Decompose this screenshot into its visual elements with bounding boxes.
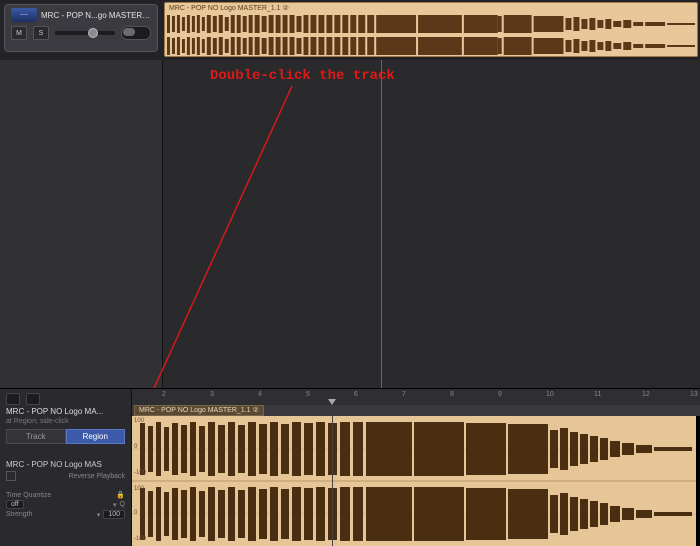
track-type-icon: ~~ bbox=[11, 8, 37, 22]
daw-window: ~~ MRC - POP N...go MASTER_1 M S MRC - P… bbox=[0, 0, 700, 546]
ruler-tick: 2 bbox=[162, 391, 166, 398]
ruler-tick: 5 bbox=[306, 391, 310, 398]
editor-tool-icons bbox=[6, 393, 125, 405]
chevron-up-down-icon[interactable]: ▾ bbox=[113, 501, 117, 509]
ruler-tick: 9 bbox=[498, 391, 502, 398]
axis-label: 0 bbox=[134, 444, 137, 450]
ruler-tick: 3 bbox=[210, 391, 214, 398]
reverse-playback-row[interactable]: Reverse Playback bbox=[6, 471, 125, 481]
editor-ruler[interactable]: 2 3 4 5 6 7 8 9 10 11 12 13 bbox=[132, 389, 700, 406]
time-quantize-header: Time Quantize 🔒 bbox=[6, 491, 125, 499]
q-label: Q bbox=[120, 501, 125, 508]
ruler-tick: 11 bbox=[594, 391, 601, 398]
region-name-field[interactable]: MRC - POP NO Logo MAS bbox=[6, 460, 125, 469]
ruler-tick: 6 bbox=[354, 391, 358, 398]
region-chip[interactable]: MRC - POP NO Logo MASTER_1.1 ② bbox=[134, 405, 264, 416]
track-list-gutter bbox=[0, 60, 163, 388]
waveform-bottom bbox=[132, 416, 700, 546]
waveform-top bbox=[165, 13, 697, 57]
ruler-tick: 10 bbox=[546, 391, 554, 398]
tool-icon[interactable] bbox=[26, 393, 40, 405]
mute-button[interactable]: M bbox=[11, 26, 27, 40]
strength-row[interactable]: Strength ▾100 bbox=[6, 510, 125, 519]
editor-subtitle: at Region; side-click bbox=[6, 418, 125, 425]
editor-file-name: MRC - POP NO Logo MA... bbox=[6, 407, 125, 416]
editor-right-edge bbox=[696, 416, 700, 546]
lock-icon: 🔒 bbox=[116, 491, 125, 499]
strength-label: Strength bbox=[6, 511, 32, 518]
inspector-tabs: Track Region bbox=[6, 429, 125, 444]
axis-label: 100 bbox=[134, 418, 144, 424]
tab-track[interactable]: Track bbox=[6, 429, 66, 444]
axis-label: -100 bbox=[134, 536, 146, 542]
chevron-up-down-icon[interactable]: ▾ bbox=[97, 511, 101, 519]
checkbox-icon[interactable] bbox=[6, 471, 16, 481]
ruler-tick: 8 bbox=[450, 391, 454, 398]
editor-inspector: MRC - POP NO Logo MA... at Region; side-… bbox=[0, 389, 132, 546]
track-header[interactable]: ~~ MRC - POP N...go MASTER_1 M S bbox=[4, 4, 158, 52]
audio-editor-panel: MRC - POP NO Logo MA... at Region; side-… bbox=[0, 388, 700, 546]
audio-region-top[interactable]: MRC - POP NO Logo MASTER_1.1 ② bbox=[164, 2, 698, 57]
axis-label: -100 bbox=[134, 470, 146, 476]
track-name[interactable]: MRC - POP N...go MASTER_1 bbox=[41, 11, 151, 20]
tab-region[interactable]: Region bbox=[66, 429, 126, 444]
input-monitor-toggle[interactable] bbox=[121, 26, 151, 40]
arrange-area[interactable] bbox=[0, 60, 700, 388]
ruler-tick: 4 bbox=[258, 391, 262, 398]
region-title: MRC - POP NO Logo MASTER_1.1 ② bbox=[169, 4, 289, 12]
editor-playhead[interactable] bbox=[332, 416, 333, 546]
volume-slider[interactable] bbox=[55, 31, 115, 35]
axis-label: 100 bbox=[134, 486, 144, 492]
strength-value[interactable]: 100 bbox=[103, 510, 125, 519]
reverse-playback-label: Reverse Playback bbox=[69, 473, 125, 480]
track-list-top: ~~ MRC - POP N...go MASTER_1 M S MRC - P… bbox=[0, 0, 700, 61]
tq-mode-value[interactable]: off bbox=[6, 500, 24, 509]
ruler-tick: 7 bbox=[402, 391, 406, 398]
axis-label: 0 bbox=[134, 510, 137, 516]
ruler-tick: 13 bbox=[690, 391, 698, 398]
tool-icon[interactable] bbox=[6, 393, 20, 405]
playhead[interactable] bbox=[381, 60, 382, 388]
annotation-text: Double-click the track bbox=[210, 68, 395, 84]
ruler-tick: 12 bbox=[642, 391, 650, 398]
editor-wave-area[interactable]: 100 0 -100 100 0 -100 bbox=[132, 416, 700, 546]
solo-button[interactable]: S bbox=[33, 26, 49, 40]
time-quantize-mode-row[interactable]: off ▾Q bbox=[6, 500, 125, 509]
